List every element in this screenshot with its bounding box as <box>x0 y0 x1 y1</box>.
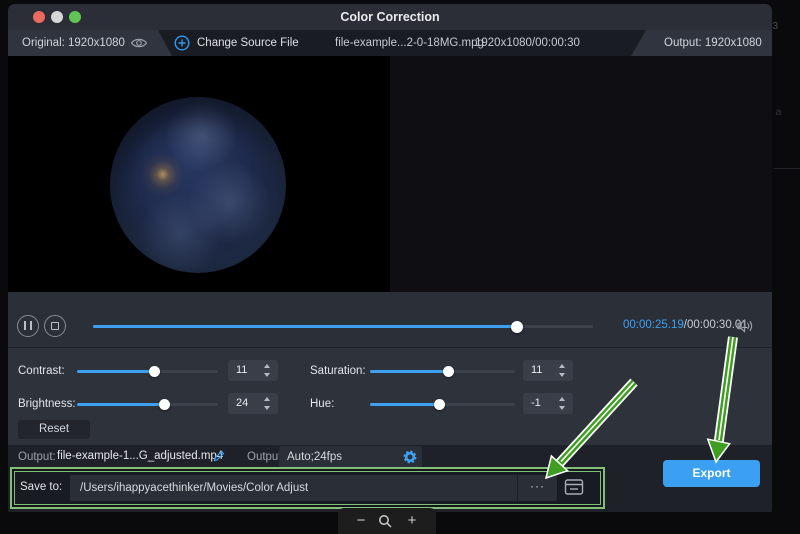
zoom-toolbar: − + <box>338 508 436 534</box>
stepper-down-icon[interactable] <box>264 406 270 410</box>
hue-label: Hue: <box>310 397 334 411</box>
gear-icon[interactable] <box>403 450 417 464</box>
brightness-stepper[interactable] <box>263 396 272 411</box>
contrast-slider-thumb[interactable] <box>149 366 160 377</box>
stepper-down-icon[interactable] <box>264 373 270 377</box>
zoom-out-button[interactable]: − <box>351 508 371 534</box>
output-section: Output: file-example-1...G_adjusted.mp4 … <box>8 445 772 512</box>
tab-original-label: Original: 1920x1080 <box>22 30 125 56</box>
brightness-value[interactable]: 24 <box>236 393 248 414</box>
contrast-slider[interactable] <box>77 370 218 373</box>
save-to-highlight-box: Save to: /Users/ihappyacethinker/Movies/… <box>10 467 605 509</box>
stepper-up-icon[interactable] <box>264 397 270 401</box>
brightness-label: Brightness: <box>18 397 76 411</box>
window-title: Color Correction <box>8 4 772 30</box>
folder-icon[interactable] <box>564 478 588 498</box>
stepper-down-icon[interactable] <box>559 406 565 410</box>
zoom-in-button[interactable]: + <box>402 508 422 534</box>
contrast-label: Contrast: <box>18 364 65 378</box>
contrast-value[interactable]: 11 <box>236 360 247 381</box>
tab-output-label: Output: 1920x1080 <box>664 30 762 56</box>
saturation-stepper[interactable] <box>558 363 567 378</box>
output-name-label: Output: <box>18 450 56 464</box>
eye-icon[interactable] <box>130 37 148 49</box>
original-video-pane <box>8 56 390 292</box>
source-file-name: file-example...2-0-18MG.mpg <box>335 30 484 56</box>
reset-button[interactable]: Reset <box>18 420 90 439</box>
tab-bar: Original: 1920x1080 Change Source File f… <box>8 30 772 56</box>
saturation-value[interactable]: 11 <box>531 360 542 381</box>
brightness-slider-thumb[interactable] <box>159 399 170 410</box>
output-filename: file-example-1...G_adjusted.mp4 <box>57 450 223 462</box>
stop-button[interactable] <box>44 315 66 337</box>
stepper-up-icon[interactable] <box>264 364 270 368</box>
saturation-value-box[interactable]: 11 <box>523 360 573 381</box>
brightness-slider-fill <box>77 403 164 406</box>
saturation-slider[interactable] <box>370 370 515 373</box>
contrast-value-box[interactable]: 11 <box>228 360 278 381</box>
brightness-slider[interactable] <box>77 403 218 406</box>
export-button[interactable]: Export <box>663 460 760 487</box>
saturation-slider-fill <box>370 370 448 373</box>
current-time: 00:00:25.19 <box>623 319 684 331</box>
magnifier-icon[interactable] <box>378 514 393 529</box>
add-circle-icon[interactable] <box>174 35 190 51</box>
color-correction-window: Color Correction Original: 1920x1080 Cha… <box>8 4 772 512</box>
output-format-value: Auto;24fps <box>287 446 342 468</box>
original-video-frame <box>110 97 286 273</box>
source-file-meta: 1920x1080/00:00:30 <box>475 30 580 56</box>
hue-slider[interactable] <box>370 403 515 406</box>
brightness-value-box[interactable]: 24 <box>228 393 278 414</box>
hue-value-box[interactable]: -1 <box>523 393 573 414</box>
save-path-field[interactable]: /Users/ihappyacethinker/Movies/Color Adj… <box>70 475 557 501</box>
seek-slider-fill <box>93 325 517 328</box>
seek-slider-thumb[interactable] <box>511 321 523 333</box>
pencil-icon[interactable] <box>212 449 226 463</box>
adjusted-video-pane <box>390 56 772 292</box>
pause-button[interactable] <box>17 315 39 337</box>
stop-icon <box>51 322 59 330</box>
contrast-slider-fill <box>77 370 155 373</box>
title-bar: Color Correction <box>8 4 772 30</box>
seek-slider[interactable] <box>93 325 593 328</box>
hue-slider-thumb[interactable] <box>434 399 445 410</box>
saturation-slider-thumb[interactable] <box>443 366 454 377</box>
change-source-file-button[interactable]: Change Source File <box>197 30 299 56</box>
stepper-down-icon[interactable] <box>559 373 565 377</box>
speaker-icon[interactable] <box>737 319 754 333</box>
background-divider <box>773 168 800 169</box>
stepper-up-icon[interactable] <box>559 397 565 401</box>
preview-area <box>8 56 772 292</box>
adjustments-panel: Contrast: 11 Saturation: 11 Brightness: <box>8 348 772 445</box>
playback-bar: 00:00:25.19/00:00:30.01 <box>8 292 772 348</box>
output-format-field[interactable]: Auto;24fps <box>279 446 422 468</box>
stepper-up-icon[interactable] <box>559 364 565 368</box>
hue-stepper[interactable] <box>558 396 567 411</box>
save-to-label: Save to: <box>20 481 62 493</box>
save-path-value: /Users/ihappyacethinker/Movies/Color Adj… <box>80 475 308 501</box>
time-display: 00:00:25.19/00:00:30.01 <box>623 319 748 331</box>
saturation-label: Saturation: <box>310 364 366 378</box>
hue-value[interactable]: -1 <box>531 393 541 414</box>
tab-original-preview[interactable]: Original: 1920x1080 <box>8 30 172 56</box>
contrast-stepper[interactable] <box>263 363 272 378</box>
browse-button[interactable]: ··· <box>517 475 557 501</box>
tab-output-preview[interactable]: Output: 1920x1080 <box>631 30 772 56</box>
pause-icon <box>24 321 32 330</box>
hue-slider-fill <box>370 403 440 406</box>
